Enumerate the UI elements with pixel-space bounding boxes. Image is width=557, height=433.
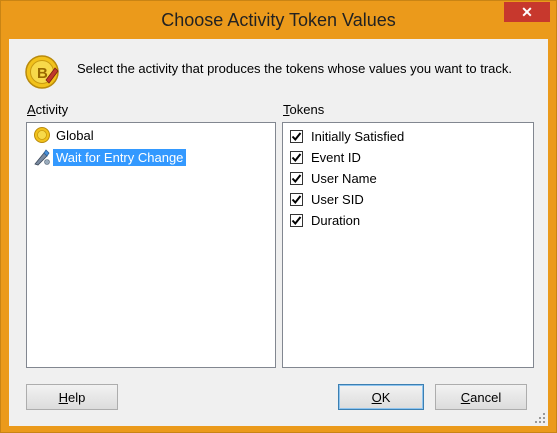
check-icon <box>291 173 302 183</box>
activity-tree[interactable]: Global Wait for Entry Change <box>26 122 276 368</box>
token-checkbox[interactable] <box>290 192 303 206</box>
token-checkbox[interactable] <box>290 213 303 227</box>
check-icon <box>291 152 302 162</box>
instruction-text: Select the activity that produces the to… <box>77 61 513 76</box>
dialog-body: B Select the activity that produces the … <box>9 39 548 426</box>
tree-item-wait-for-entry-change[interactable]: Wait for Entry Change <box>33 147 187 167</box>
title-bar[interactable]: Choose Activity Token Values ✕ <box>1 1 556 39</box>
token-event-id[interactable]: Event ID <box>290 148 361 166</box>
pen-activity-icon <box>34 149 50 166</box>
token-duration[interactable]: Duration <box>290 211 360 229</box>
tokens-list[interactable]: Initially Satisfied Event ID User Name U… <box>282 122 534 368</box>
token-checkbox[interactable] <box>290 171 303 185</box>
token-label: Initially Satisfied <box>311 128 405 144</box>
token-label: Event ID <box>311 149 361 165</box>
check-icon <box>291 194 302 204</box>
window-title: Choose Activity Token Values <box>161 10 396 30</box>
token-coin-icon: B <box>25 55 59 89</box>
coin-icon <box>34 127 50 143</box>
dialog-window: Choose Activity Token Values ✕ B Select … <box>0 0 557 433</box>
cancel-button[interactable]: Cancel <box>435 384 527 410</box>
tree-item-global[interactable]: Global <box>33 125 97 145</box>
token-user-name[interactable]: User Name <box>290 169 377 187</box>
tokens-label: Tokens <box>283 102 325 117</box>
close-button[interactable]: ✕ <box>504 2 550 22</box>
token-label: User Name <box>311 170 377 186</box>
resize-grip-icon[interactable] <box>534 412 546 424</box>
token-user-sid[interactable]: User SID <box>290 190 364 208</box>
tree-item-label: Wait for Entry Change <box>53 148 187 166</box>
help-button[interactable]: Help <box>26 384 118 410</box>
check-icon <box>291 131 302 141</box>
tree-item-label: Global <box>56 127 94 143</box>
activity-label: Activity <box>27 102 69 117</box>
close-icon: ✕ <box>521 3 533 20</box>
token-label: User SID <box>311 191 364 207</box>
token-checkbox[interactable] <box>290 129 303 143</box>
check-icon <box>291 215 302 225</box>
ok-button[interactable]: OK <box>338 384 424 410</box>
token-checkbox[interactable] <box>290 150 303 164</box>
token-label: Duration <box>311 212 361 228</box>
token-initially-satisfied[interactable]: Initially Satisfied <box>290 127 404 145</box>
